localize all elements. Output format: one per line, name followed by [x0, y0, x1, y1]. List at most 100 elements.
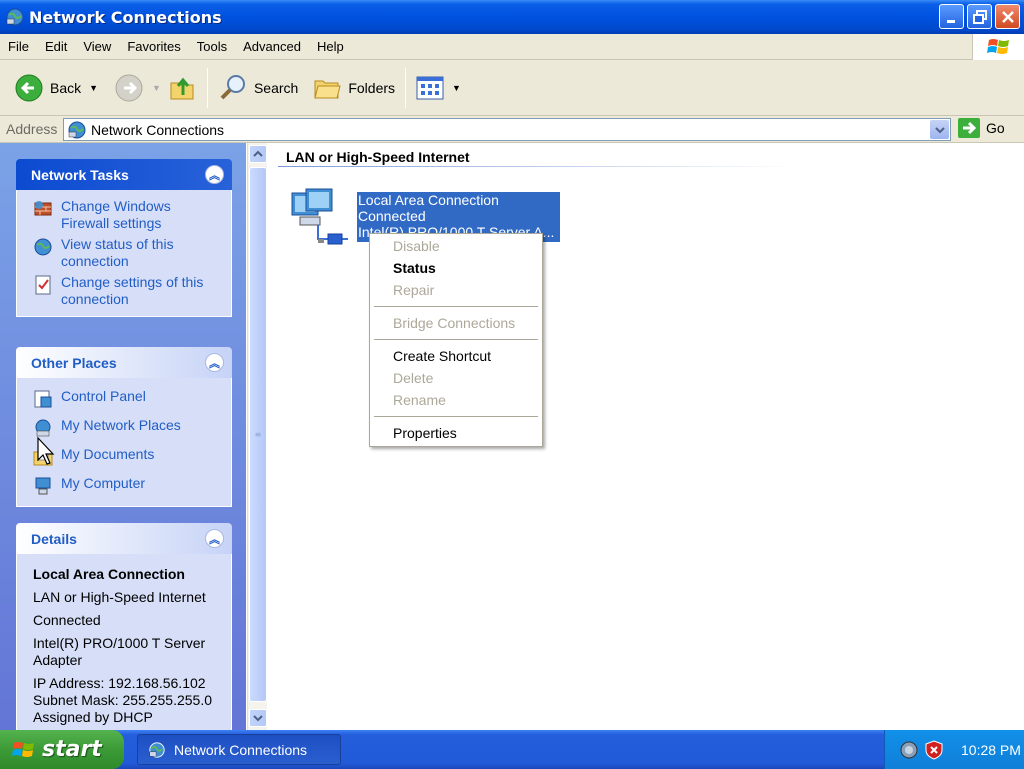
- menu-file[interactable]: File: [0, 39, 37, 54]
- security-shield-icon[interactable]: [925, 739, 943, 760]
- toolbar: Back ▼ ▼ Search Folders ▼: [0, 60, 1024, 116]
- up-folder-button[interactable]: [165, 68, 201, 108]
- place-control-panel[interactable]: Control Panel: [33, 388, 221, 409]
- network-tasks-body: Change Windows Firewall settings View st…: [16, 190, 232, 317]
- chevron-down-icon: [253, 715, 263, 722]
- lan-connection-icon[interactable]: [288, 187, 352, 249]
- go-button[interactable]: Go: [958, 118, 1005, 138]
- up-folder-icon: [170, 77, 194, 99]
- network-connections-icon: [68, 121, 86, 138]
- collapse-icon[interactable]: ︽: [205, 353, 224, 372]
- chevron-down-icon: [934, 126, 945, 133]
- forward-dropdown-icon: ▼: [152, 82, 161, 93]
- group-divider: [278, 166, 798, 167]
- menu-tools[interactable]: Tools: [189, 39, 235, 54]
- task-label: View status of this connection: [61, 236, 174, 269]
- folders-button[interactable]: Folders: [308, 68, 399, 108]
- forward-button[interactable]: ▼: [110, 68, 165, 108]
- details-connection-type: LAN or High-Speed Internet: [33, 589, 206, 605]
- address-dropdown-button[interactable]: [930, 120, 949, 139]
- address-label: Address: [6, 121, 58, 137]
- menu-status[interactable]: Status: [370, 257, 542, 279]
- start-button[interactable]: start: [0, 730, 124, 769]
- task-change-firewall[interactable]: Change Windows Firewall settings: [33, 198, 221, 232]
- collapse-icon[interactable]: ︽: [205, 529, 224, 548]
- connection-name: Local Area Connection: [358, 192, 499, 208]
- menu-rename[interactable]: Rename: [370, 389, 542, 411]
- menu-separator: [374, 306, 538, 307]
- firewall-icon: [34, 201, 52, 216]
- system-tray: 10:28 PM: [884, 730, 1024, 769]
- group-header: LAN or High-Speed Internet: [286, 149, 470, 165]
- details-panel: Details ︽ Local Area Connection LAN or H…: [16, 523, 232, 730]
- views-dropdown-icon[interactable]: ▼: [452, 83, 461, 93]
- place-my-network-places[interactable]: My Network Places: [33, 417, 221, 438]
- back-button[interactable]: Back ▼: [10, 68, 102, 108]
- properties-icon: [35, 275, 51, 295]
- close-button[interactable]: [995, 4, 1020, 29]
- scroll-down-button[interactable]: [249, 709, 267, 727]
- views-button[interactable]: ▼: [412, 68, 465, 108]
- network-places-icon: [35, 419, 51, 437]
- go-label: Go: [986, 120, 1005, 136]
- restore-button[interactable]: [967, 4, 992, 29]
- search-label: Search: [253, 79, 299, 96]
- folders-label: Folders: [348, 79, 396, 96]
- minimize-button[interactable]: [939, 4, 964, 29]
- restore-icon: [972, 9, 987, 24]
- network-connections-icon: [6, 8, 24, 26]
- details-ip-address: IP Address: 192.168.56.102: [33, 675, 206, 691]
- title-bar[interactable]: Network Connections: [0, 0, 1024, 34]
- taskbar-task-label: Network Connections: [174, 741, 308, 758]
- folders-icon: [314, 80, 341, 98]
- place-my-documents[interactable]: My Documents: [33, 446, 221, 467]
- minimize-icon: [946, 19, 955, 23]
- address-input[interactable]: Network Connections: [63, 118, 951, 141]
- menu-favorites[interactable]: Favorites: [119, 39, 188, 54]
- network-tray-icon[interactable]: [899, 740, 919, 760]
- network-tasks-header[interactable]: Network Tasks ︽: [16, 159, 232, 190]
- vertical-scrollbar[interactable]: ≡: [247, 143, 267, 730]
- place-label: My Computer: [61, 475, 146, 491]
- place-label: Control Panel: [61, 388, 146, 404]
- close-icon: [1001, 10, 1014, 23]
- windows-flag-icon: [986, 39, 1009, 54]
- scroll-up-button[interactable]: [249, 145, 267, 163]
- place-label: My Network Places: [61, 417, 181, 433]
- windows-flag-icon: [12, 741, 34, 757]
- computer-icon: [35, 477, 51, 495]
- menu-create-shortcut[interactable]: Create Shortcut: [370, 345, 542, 367]
- chevron-up-icon: [253, 150, 263, 157]
- menu-repair[interactable]: Repair: [370, 279, 542, 301]
- menu-view[interactable]: View: [75, 39, 119, 54]
- details-header[interactable]: Details ︽: [16, 523, 232, 554]
- start-label: start: [42, 737, 102, 762]
- context-menu: Disable Status Repair Bridge Connections…: [369, 233, 543, 447]
- place-label: My Documents: [61, 446, 155, 462]
- collapse-icon[interactable]: ︽: [205, 165, 224, 184]
- menu-edit[interactable]: Edit: [37, 39, 75, 54]
- menu-delete[interactable]: Delete: [370, 367, 542, 389]
- details-connection-status: Connected: [33, 612, 101, 628]
- forward-arrow-icon: [115, 74, 143, 101]
- taskbar-network-connections[interactable]: Network Connections: [137, 734, 341, 765]
- menu-disable[interactable]: Disable: [370, 235, 542, 257]
- views-icon: [416, 76, 444, 99]
- menu-help[interactable]: Help: [309, 39, 352, 54]
- other-places-title: Other Places: [31, 354, 117, 371]
- network-status-icon: [34, 238, 52, 256]
- network-connections-icon: [149, 741, 165, 758]
- menu-advanced[interactable]: Advanced: [235, 39, 309, 54]
- place-my-computer[interactable]: My Computer: [33, 475, 221, 496]
- back-dropdown-icon[interactable]: ▼: [89, 83, 98, 93]
- search-button[interactable]: Search: [214, 68, 302, 108]
- toolbar-separator: [405, 67, 407, 108]
- menu-properties[interactable]: Properties: [370, 422, 542, 444]
- clock[interactable]: 10:28 PM: [961, 742, 1021, 758]
- other-places-header[interactable]: Other Places ︽: [16, 347, 232, 378]
- scroll-thumb[interactable]: ≡: [249, 167, 267, 702]
- task-change-settings[interactable]: Change settings of this connection: [33, 274, 221, 308]
- task-view-status[interactable]: View status of this connection: [33, 236, 221, 270]
- menu-bridge-connections[interactable]: Bridge Connections: [370, 312, 542, 334]
- other-places-panel: Other Places ︽ Control Panel My Network …: [16, 347, 232, 507]
